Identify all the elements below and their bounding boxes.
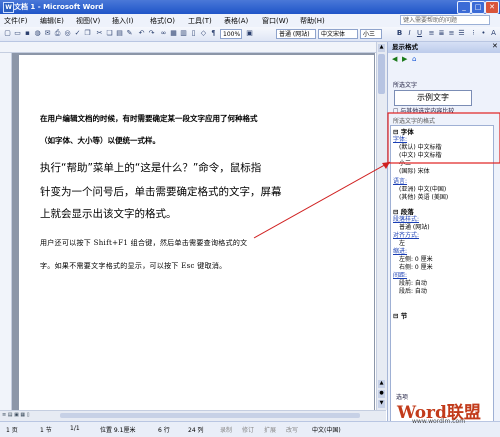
highlight-box — [387, 112, 500, 164]
status-column: 24 列 — [188, 427, 204, 434]
status-trk[interactable]: 修订 — [242, 425, 254, 434]
status-position: 位置 9.1厘米 — [100, 427, 136, 434]
annotation-overlay — [253, 112, 500, 239]
annotation-arrow — [253, 161, 391, 239]
status-line: 6 行 — [158, 427, 170, 434]
status-ovr[interactable]: 改写 — [286, 425, 298, 434]
status-section: 1 节 — [40, 427, 52, 434]
status-page-of: 1/1 — [70, 425, 80, 432]
status-page: 1 页 — [6, 427, 18, 434]
status-rec[interactable]: 录制 — [220, 425, 232, 434]
status-ext[interactable]: 扩展 — [264, 425, 276, 434]
watermark-url: www.wordlm.com — [412, 418, 466, 425]
status-language: 中文(中国) — [312, 427, 341, 434]
